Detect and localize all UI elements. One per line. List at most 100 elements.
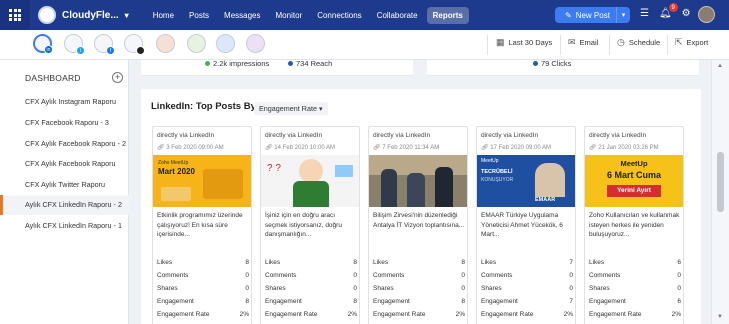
post-caption: İşiniz için en doğru aracı seçmek istiyo…: [265, 212, 342, 238]
sidebar-item[interactable]: CFX Aylık Facebook Raporu: [0, 154, 129, 174]
notification-badge: 9: [668, 3, 678, 12]
tab-connections[interactable]: Connections: [311, 7, 367, 24]
schedule-button[interactable]: ◷ Schedule: [617, 37, 660, 48]
apps-grid-icon[interactable]: [0, 0, 30, 30]
impressions-stat: 2.2k impressions: [205, 60, 269, 68]
panel-title: LinkedIn: Top Posts By: [151, 101, 256, 112]
link-icon: 🔗︎: [157, 145, 165, 151]
tab-monitor[interactable]: Monitor: [270, 7, 309, 24]
email-button[interactable]: ✉ Email: [568, 37, 598, 48]
sidebar-item[interactable]: CFX Aylık Instagram Raporu: [0, 92, 129, 112]
new-post-label: New Post: [575, 10, 610, 20]
divider: [609, 35, 610, 55]
post-source: directly via LinkedIn: [481, 132, 539, 139]
tab-messages[interactable]: Messages: [218, 7, 266, 24]
post-image: Zoho MeetUp Mart 2020: [153, 155, 251, 207]
sidebar-item-active[interactable]: Aylık CFX LinkedIn Raporu - 2: [0, 195, 129, 215]
post-source: directly via LinkedIn: [589, 132, 647, 139]
reach-stat: 734 Reach: [288, 60, 332, 68]
new-post-dropdown-icon[interactable]: ▾: [616, 7, 630, 23]
link-icon: 🔗︎: [589, 145, 597, 151]
menu-lines-icon[interactable]: ☰: [640, 8, 649, 19]
facebook-icon: f: [106, 46, 115, 55]
profile-6[interactable]: [216, 34, 235, 53]
linkedin-icon: in: [44, 45, 53, 54]
email-label: Email: [579, 38, 599, 47]
link-icon: 🔗︎: [373, 145, 381, 151]
sidebar-item[interactable]: CFX Aylık Facebook Raporu - 2: [0, 134, 129, 154]
scrollbar-thumb[interactable]: [717, 152, 724, 212]
post-source: directly via LinkedIn: [157, 132, 215, 139]
post-card[interactable]: directly via LinkedIn 🔗︎ 14 Feb 2020 10:…: [260, 126, 360, 324]
profile-7[interactable]: [246, 34, 265, 53]
vertical-scrollbar[interactable]: ▲ ▼: [711, 60, 729, 324]
tab-collaborate[interactable]: Collaborate: [371, 7, 424, 24]
chevron-down-icon: ▾: [318, 104, 323, 113]
post-card[interactable]: directly via LinkedIn 🔗︎ 21 Jan 2020 03:…: [584, 126, 684, 324]
profile-twitter[interactable]: t: [64, 34, 85, 55]
post-image: [369, 155, 467, 207]
post-image: MeetUp TECRÜBELİ KONUŞUYOR EMAAR: [477, 155, 575, 207]
profile-other[interactable]: [124, 34, 145, 55]
export-label: Export: [686, 38, 709, 47]
date-range-button[interactable]: ▦ Last 30 Days: [496, 37, 552, 48]
profile-badge-icon: [136, 46, 145, 55]
user-avatar[interactable]: [698, 6, 715, 23]
top-posts-panel: LinkedIn: Top Posts By Engagement Rate ▾…: [141, 89, 701, 324]
post-source: directly via LinkedIn: [373, 132, 431, 139]
sidebar: DASHBOARD + CFX Aylık Instagram Raporu C…: [0, 60, 129, 324]
divider: [560, 35, 561, 55]
add-dashboard-icon[interactable]: +: [112, 72, 123, 83]
divider: [667, 35, 668, 55]
date-range-label: Last 30 Days: [508, 38, 553, 47]
post-date: 🔗︎ 3 Feb 2020 09:00 AM: [157, 145, 224, 151]
chevron-down-icon: ▾: [124, 10, 129, 20]
post-caption: Etkinlik programımız üzerinde çalışıyoru…: [157, 212, 243, 238]
profile-linkedin[interactable]: in: [33, 34, 53, 54]
sidebar-heading: DASHBOARD: [25, 73, 81, 83]
scroll-up-icon[interactable]: ▲: [717, 63, 723, 69]
post-source: directly via LinkedIn: [265, 132, 323, 139]
post-date: 🔗︎ 21 Jan 2020 03:26 PM: [589, 145, 659, 151]
clicks-stat: 79 Clicks: [533, 60, 571, 68]
sidebar-item[interactable]: CFX Facebook Raporu - 3: [0, 113, 129, 133]
gear-icon[interactable]: ⚙: [682, 8, 691, 19]
post-card[interactable]: directly via LinkedIn 🔗︎ 7 Feb 2020 11:3…: [368, 126, 468, 324]
summary-card: 2.2k impressions 734 Reach: [141, 60, 413, 76]
profile-bar: in t f ▦ Last 30 Days ✉ Email ◷ Schedule ⇱ E…: [0, 30, 729, 60]
scroll-down-icon[interactable]: ▼: [717, 314, 723, 320]
profile-facebook[interactable]: f: [94, 34, 115, 55]
post-caption: Bilişim Zirvesi'nin düzenlediği Antalya …: [373, 212, 465, 229]
schedule-label: Schedule: [628, 38, 661, 47]
summary-card: 79 Clicks: [427, 60, 699, 76]
profile-4[interactable]: [156, 34, 175, 53]
tab-reports[interactable]: Reports: [426, 6, 469, 24]
export-button[interactable]: ⇱ Export: [675, 37, 708, 48]
tab-posts[interactable]: Posts: [183, 7, 215, 24]
post-date: 🔗︎ 7 Feb 2020 11:34 AM: [373, 145, 440, 151]
sort-dropdown[interactable]: Engagement Rate ▾: [254, 102, 328, 115]
sidebar-item[interactable]: CFX Aylık Twitter Raporu: [0, 175, 129, 195]
profile-5[interactable]: [187, 34, 206, 53]
sidebar-item[interactable]: Aylık CFX LinkedIn Raporu - 1: [0, 216, 129, 236]
post-image: ? ?: [261, 155, 359, 207]
twitter-icon: t: [76, 46, 85, 55]
brand-name: CloudyFle...: [62, 9, 119, 21]
pen-icon: ✎: [565, 10, 572, 20]
tab-home[interactable]: Home: [147, 7, 180, 24]
top-nav: CloudyFle... ▾ Home Posts Messages Monit…: [0, 0, 729, 30]
post-date: 🔗︎ 17 Feb 2020 09:00 AM: [481, 145, 552, 151]
bell-icon[interactable]: 🔔︎ 9: [659, 3, 678, 19]
calendar-icon: ▦: [496, 37, 505, 47]
brand-switcher[interactable]: CloudyFle... ▾: [38, 6, 129, 24]
main-content: 2.2k impressions 734 Reach 79 Clicks Lin…: [129, 60, 711, 324]
post-image: MeetUp 6 Mart Cuma Yerini Ayırt: [585, 155, 683, 207]
post-caption: Zoho Kullanıcıları ve kullanmak isteyen …: [589, 212, 680, 238]
post-card[interactable]: directly via LinkedIn 🔗︎ 17 Feb 2020 09:…: [476, 126, 576, 324]
divider: [487, 35, 488, 55]
post-card[interactable]: directly via LinkedIn 🔗︎ 3 Feb 2020 09:0…: [152, 126, 252, 324]
brand-logo: [38, 6, 56, 24]
new-post-button[interactable]: ✎ New Post ▾: [555, 7, 630, 23]
post-caption: EMAAR Türkiye Uygulama Yöneticisi Ahmet …: [481, 212, 563, 238]
export-icon: ⇱: [675, 37, 683, 47]
